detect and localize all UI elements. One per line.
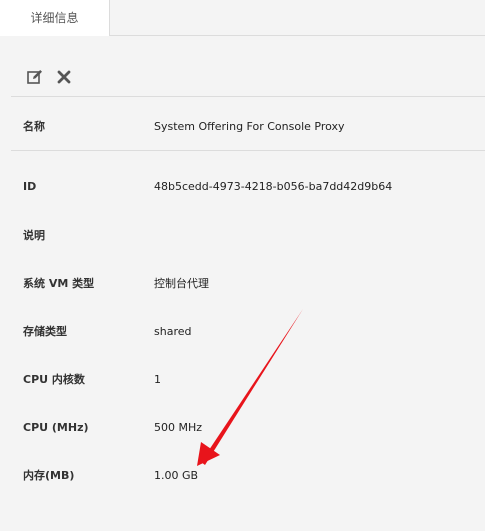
cpu-cores-label: CPU 内核数 xyxy=(23,373,85,386)
detail-row-name: 名称 System Offering For Console Proxy xyxy=(11,103,485,151)
toolbar xyxy=(11,60,485,97)
system-vm-type-value: 控制台代理 xyxy=(154,277,209,290)
description-label: 说明 xyxy=(23,229,45,242)
memory-value: 1.00 GB xyxy=(154,469,199,482)
storage-type-value: shared xyxy=(154,325,192,338)
detail-row-cpu-cores: CPU 内核数 1 xyxy=(0,370,485,390)
memory-label: 内存(MB) xyxy=(23,469,75,482)
cpu-cores-value: 1 xyxy=(154,373,161,386)
tab-bar: 详细信息 xyxy=(0,0,485,36)
tab-details[interactable]: 详细信息 xyxy=(0,0,110,36)
detail-row-memory: 内存(MB) 1.00 GB xyxy=(0,466,485,486)
storage-type-label: 存储类型 xyxy=(23,325,67,338)
name-value: System Offering For Console Proxy xyxy=(154,120,345,133)
name-label: 名称 xyxy=(23,120,45,133)
cpu-mhz-value: 500 MHz xyxy=(154,421,203,434)
detail-row-storage-type: 存储类型 shared xyxy=(0,322,485,342)
cpu-mhz-label: CPU (MHz) xyxy=(23,421,89,434)
detail-row-description: 说明 xyxy=(0,226,485,246)
detail-row-cpu-mhz: CPU (MHz) 500 MHz xyxy=(0,418,485,438)
id-value: 48b5cedd-4973-4218-b056-ba7dd42d9b64 xyxy=(154,180,393,193)
detail-row-id: ID 48b5cedd-4973-4218-b056-ba7dd42d9b64 xyxy=(0,177,485,197)
detail-row-system-vm-type: 系统 VM 类型 控制台代理 xyxy=(0,274,485,294)
edit-icon[interactable] xyxy=(25,67,45,87)
close-icon[interactable] xyxy=(54,67,74,87)
id-label: ID xyxy=(23,180,37,193)
system-vm-type-label: 系统 VM 类型 xyxy=(23,277,95,290)
